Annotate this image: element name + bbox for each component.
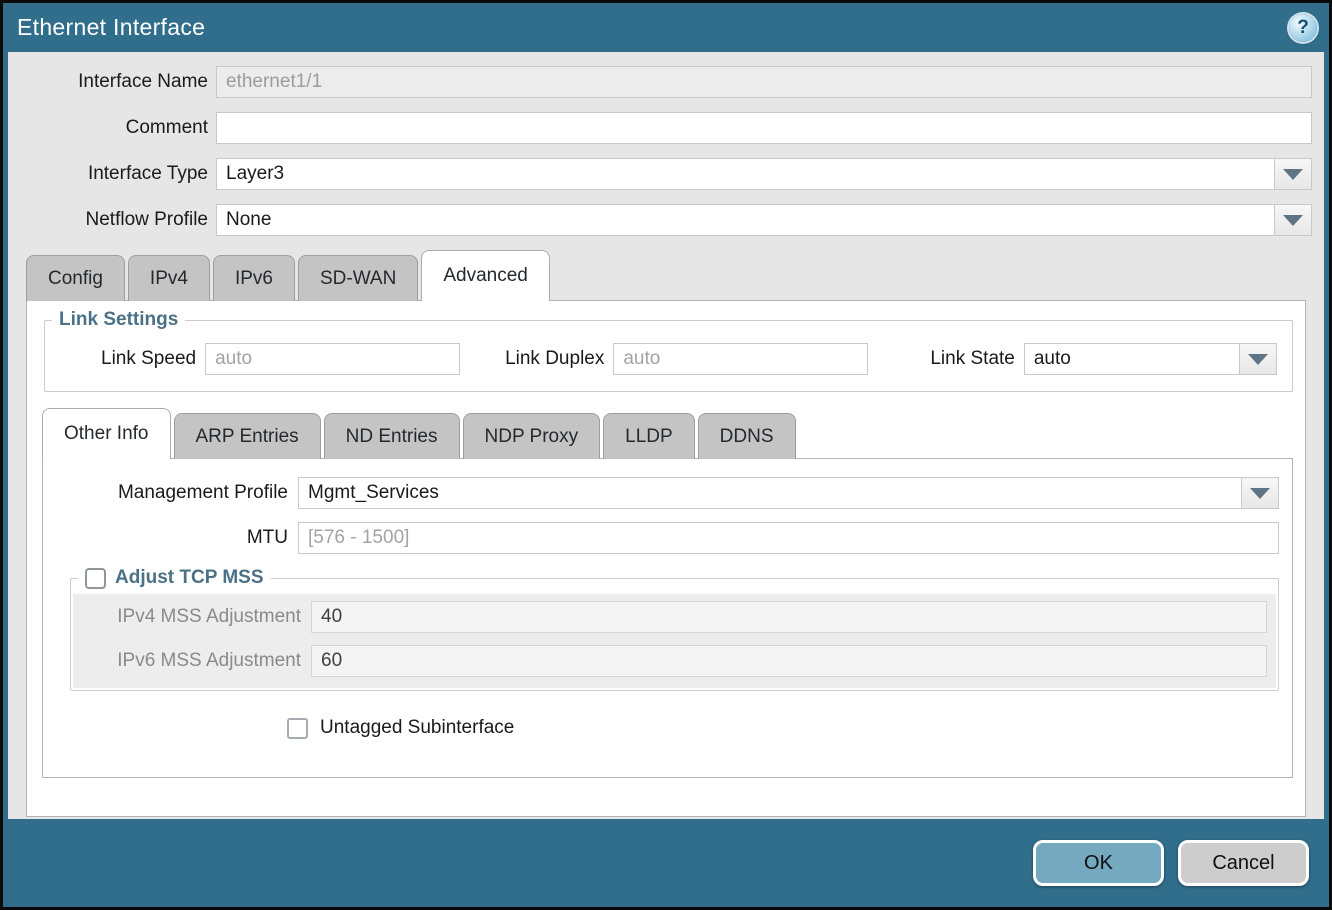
adjust-tcp-mss-label: Adjust TCP MSS <box>115 567 264 589</box>
other-info-panel: Management Profile MTU Adjust TCP MSS <box>42 458 1293 778</box>
link-speed-label: Link Speed <box>101 348 196 370</box>
link-settings-legend: Link Settings <box>52 309 185 331</box>
interface-type-dropdown[interactable] <box>216 158 1312 190</box>
tab-ndp-proxy[interactable]: NDP Proxy <box>463 413 601 459</box>
netflow-profile-dropdown[interactable] <box>216 204 1312 236</box>
main-tab-strip: Config IPv4 IPv6 SD-WAN Advanced <box>18 250 1314 301</box>
chevron-down-icon <box>1283 215 1303 226</box>
adjust-tcp-mss-legend: Adjust TCP MSS <box>78 567 271 589</box>
mtu-label: MTU <box>43 527 288 549</box>
management-profile-value[interactable] <box>298 477 1241 509</box>
chevron-down-icon <box>1248 354 1268 365</box>
ok-button[interactable]: OK <box>1033 840 1164 886</box>
netflow-profile-label: Netflow Profile <box>18 209 208 231</box>
mss-disabled-block: IPv4 MSS Adjustment IPv6 MSS Adjustment <box>73 594 1276 688</box>
comment-input[interactable] <box>216 112 1312 144</box>
tab-other-info[interactable]: Other Info <box>42 408 171 459</box>
dialog-title: Ethernet Interface <box>17 14 205 41</box>
interface-type-dropdown-button[interactable] <box>1274 158 1312 190</box>
management-profile-dropdown[interactable] <box>298 477 1279 509</box>
ethernet-interface-dialog: Ethernet Interface ? Interface Name Comm… <box>0 0 1332 910</box>
interface-name-input <box>216 66 1312 98</box>
untagged-subinterface-label: Untagged Subinterface <box>320 717 514 739</box>
interface-name-row: Interface Name <box>18 66 1312 98</box>
chevron-down-icon <box>1250 488 1270 499</box>
link-duplex-label: Link Duplex <box>505 348 604 370</box>
tab-lldp[interactable]: LLDP <box>603 413 695 459</box>
ipv4-mss-row: IPv4 MSS Adjustment <box>73 601 1267 633</box>
link-settings-row: Link Speed Link Duplex Link State <box>45 335 1292 375</box>
link-state-label: Link State <box>930 348 1015 370</box>
ipv4-mss-input <box>311 601 1267 633</box>
link-duplex-input[interactable] <box>613 343 868 375</box>
mtu-input[interactable] <box>298 522 1279 554</box>
title-bar: Ethernet Interface ? <box>3 3 1329 52</box>
interface-type-label: Interface Type <box>18 163 208 185</box>
sub-tab-strip: Other Info ARP Entries ND Entries NDP Pr… <box>27 408 1305 459</box>
tab-nd-entries[interactable]: ND Entries <box>324 413 460 459</box>
untagged-subinterface-row: Untagged Subinterface <box>287 717 1292 739</box>
chevron-down-icon <box>1283 169 1303 180</box>
adjust-tcp-mss-checkbox[interactable] <box>85 568 106 589</box>
management-profile-row: Management Profile <box>43 477 1279 509</box>
advanced-tab-panel: Link Settings Link Speed Link Duplex Lin… <box>26 300 1306 817</box>
link-settings-fieldset: Link Settings Link Speed Link Duplex Lin… <box>44 309 1293 392</box>
tab-ddns[interactable]: DDNS <box>698 413 796 459</box>
interface-type-row: Interface Type <box>18 158 1312 190</box>
link-state-value[interactable] <box>1024 343 1239 375</box>
dialog-body: Interface Name Comment Interface Type Ne… <box>8 52 1324 819</box>
mtu-row: MTU <box>43 522 1279 554</box>
link-state-dropdown-button[interactable] <box>1239 343 1277 375</box>
management-profile-label: Management Profile <box>43 482 288 504</box>
tab-ipv6[interactable]: IPv6 <box>213 255 295 301</box>
ipv6-mss-input <box>311 645 1267 677</box>
tab-arp-entries[interactable]: ARP Entries <box>174 413 321 459</box>
netflow-profile-dropdown-button[interactable] <box>1274 204 1312 236</box>
link-speed-input[interactable] <box>205 343 460 375</box>
netflow-profile-value[interactable] <box>216 204 1274 236</box>
help-icon[interactable]: ? <box>1289 14 1317 42</box>
interface-name-label: Interface Name <box>18 71 208 93</box>
ipv6-mss-label: IPv6 MSS Adjustment <box>73 650 301 672</box>
comment-row: Comment <box>18 112 1312 144</box>
comment-label: Comment <box>18 117 208 139</box>
ipv4-mss-label: IPv4 MSS Adjustment <box>73 606 301 628</box>
dialog-footer: OK Cancel <box>3 819 1329 907</box>
untagged-subinterface-checkbox[interactable] <box>287 718 308 739</box>
tab-sdwan[interactable]: SD-WAN <box>298 255 418 301</box>
tab-config[interactable]: Config <box>26 255 125 301</box>
tab-ipv4[interactable]: IPv4 <box>128 255 210 301</box>
netflow-profile-row: Netflow Profile <box>18 204 1312 236</box>
tab-advanced[interactable]: Advanced <box>421 250 550 301</box>
adjust-tcp-mss-fieldset: Adjust TCP MSS IPv4 MSS Adjustment IPv6 … <box>70 567 1279 691</box>
link-state-dropdown[interactable] <box>1024 343 1277 375</box>
ipv6-mss-row: IPv6 MSS Adjustment <box>73 645 1267 677</box>
interface-type-value[interactable] <box>216 158 1274 190</box>
cancel-button[interactable]: Cancel <box>1178 840 1309 886</box>
management-profile-dropdown-button[interactable] <box>1241 477 1279 509</box>
